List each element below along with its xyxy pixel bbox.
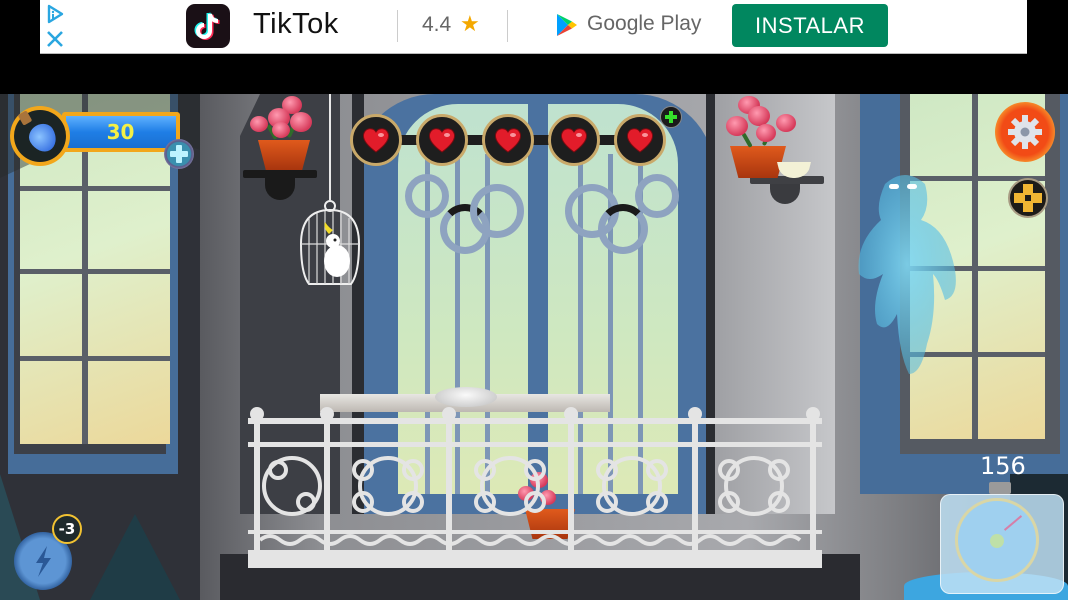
balcony-railing (248, 407, 822, 568)
gear-icon[interactable] (995, 102, 1055, 162)
dpad-arrows-icon[interactable] (1008, 178, 1048, 218)
plus-icon[interactable] (164, 139, 194, 169)
store-name: Google Play (587, 12, 702, 35)
app-rating: 4.4 (422, 13, 452, 36)
heart-icon (362, 128, 390, 153)
heart-icon (494, 128, 522, 153)
adchoices-triangle-icon[interactable] (45, 4, 65, 24)
heart-icon (560, 128, 588, 153)
potion-count: 30 (106, 120, 135, 144)
green-plus-icon[interactable] (660, 106, 682, 128)
game-scene[interactable]: 30 -3 156 (0, 94, 1068, 600)
potion-bottle-icon[interactable] (10, 106, 70, 166)
app-name[interactable]: TikTok (253, 8, 339, 41)
ghost-character[interactable] (845, 164, 965, 394)
divider (397, 10, 398, 42)
google-play-icon (557, 14, 577, 36)
timer-value: 156 (980, 452, 1026, 480)
heart-icon (428, 128, 456, 153)
ad-banner[interactable]: TikTok 4.4 ★ Google Play INSTALAR (40, 0, 1027, 54)
power-cost-badge: -3 (52, 514, 82, 544)
tiktok-logo-icon[interactable] (186, 4, 230, 48)
heart-slot (416, 114, 468, 166)
divider (507, 10, 508, 42)
heart-slot (548, 114, 600, 166)
heart-slot (350, 114, 402, 166)
install-button[interactable]: INSTALAR (732, 4, 888, 47)
close-x-icon[interactable] (45, 29, 65, 49)
heart-slot (482, 114, 534, 166)
power-cost: -3 (58, 520, 76, 538)
star-icon: ★ (460, 11, 480, 36)
heart-icon (626, 128, 654, 153)
heart-slot (614, 114, 666, 166)
